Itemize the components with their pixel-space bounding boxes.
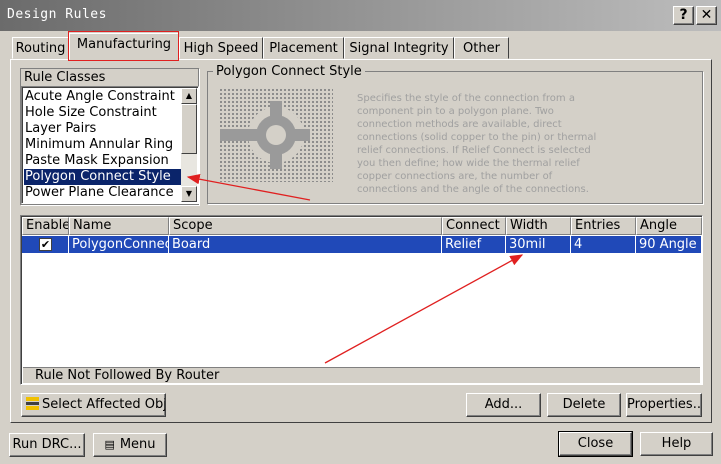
properties-button[interactable]: Properties... xyxy=(626,393,702,417)
list-scrollbar[interactable]: ▲ ▼ xyxy=(181,88,197,202)
list-item[interactable]: Hole Size Constraint xyxy=(24,105,182,121)
tab-signal-integrity[interactable]: Signal Integrity xyxy=(344,37,454,59)
list-item-selected[interactable]: Polygon Connect Style xyxy=(24,169,182,185)
run-drc-button[interactable]: Run DRC... xyxy=(9,433,85,457)
tab-routing[interactable]: Routing xyxy=(12,37,69,59)
column-header-name[interactable]: Name xyxy=(69,217,169,235)
table-row-connect[interactable]: Relief xyxy=(442,236,506,253)
list-item[interactable]: Paste Mask Expansion xyxy=(24,153,182,169)
help-icon[interactable]: ? xyxy=(673,6,694,25)
table-row-scope[interactable]: Board xyxy=(169,236,442,253)
table-row-enable-cell[interactable]: ✔ xyxy=(22,236,69,253)
close-icon[interactable]: ✕ xyxy=(696,6,717,25)
column-header-entries[interactable]: Entries xyxy=(571,217,636,235)
add-button[interactable]: Add... xyxy=(466,393,541,417)
table-row-angle[interactable]: 90 Angle xyxy=(636,236,702,253)
list-item[interactable]: Minimum Annular Ring xyxy=(24,137,182,153)
rules-grid[interactable]: Enable Name Scope Connect Width Entries … xyxy=(20,215,703,385)
table-row-width[interactable]: 30mil xyxy=(506,236,571,253)
menu-button[interactable]: ▤ Menu xyxy=(93,433,167,457)
title-bar: Design Rules ? ✕ xyxy=(0,0,721,31)
detail-description: Specifies the style of the connection fr… xyxy=(357,93,597,195)
tab-other[interactable]: Other xyxy=(454,37,509,59)
window-title: Design Rules xyxy=(7,7,107,22)
help-button[interactable]: Help xyxy=(640,432,713,456)
tab-highlight-box xyxy=(68,31,179,61)
grid-footer-status: Rule Not Followed By Router xyxy=(23,367,700,383)
tab-high-speed[interactable]: High Speed xyxy=(179,37,263,59)
tab-placement[interactable]: Placement xyxy=(263,37,344,59)
column-header-width[interactable]: Width xyxy=(506,217,571,235)
close-button[interactable]: Close xyxy=(558,431,633,457)
select-affected-button[interactable]: Select Affected Objects xyxy=(21,393,166,417)
scroll-down-icon[interactable]: ▼ xyxy=(181,186,197,202)
polygon-connect-illustration xyxy=(220,89,333,182)
table-row-name[interactable]: PolygonConnect xyxy=(69,236,169,253)
enable-checkbox[interactable]: ✔ xyxy=(39,238,52,251)
delete-button[interactable]: Delete xyxy=(547,393,621,417)
list-item[interactable]: Power Plane Clearance xyxy=(24,185,182,201)
menu-icon: ▤ xyxy=(104,438,115,451)
column-header-connect[interactable]: Connect xyxy=(442,217,506,235)
column-header-scope[interactable]: Scope xyxy=(169,217,442,235)
rule-classes-heading: Rule Classes xyxy=(24,70,106,85)
table-row-entries[interactable]: 4 xyxy=(571,236,636,253)
list-item[interactable]: Layer Pairs xyxy=(24,121,182,137)
scroll-thumb[interactable] xyxy=(181,104,197,154)
list-item[interactable]: Acute Angle Constraint xyxy=(24,89,182,105)
select-affected-icon xyxy=(26,397,39,410)
column-header-enable[interactable]: Enable xyxy=(22,217,69,235)
column-header-angle[interactable]: Angle xyxy=(636,217,702,235)
scroll-up-icon[interactable]: ▲ xyxy=(181,88,197,104)
rule-classes-list[interactable]: Acute Angle Constraint Hole Size Constra… xyxy=(21,86,199,204)
detail-heading: Polygon Connect Style xyxy=(213,64,365,79)
